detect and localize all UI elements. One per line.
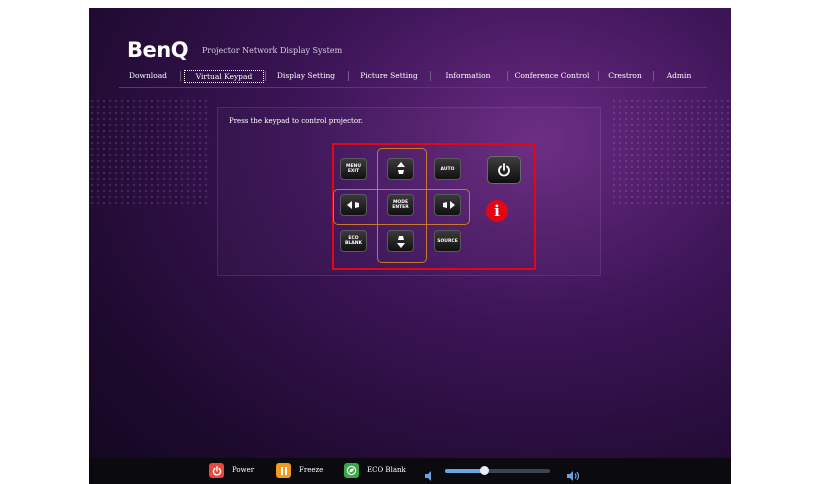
down-keystone-key[interactable] <box>387 230 414 252</box>
volume-down-icon[interactable] <box>425 466 435 484</box>
app-title: Projector Network Display System <box>202 46 343 55</box>
power-button[interactable] <box>209 463 224 478</box>
keypad-prompt: Press the keypad to control projector. <box>229 117 363 125</box>
tab-crestron[interactable]: Crestron <box>600 70 650 82</box>
freeze-button[interactable] <box>276 463 291 478</box>
nav-separator <box>265 71 266 81</box>
tab-conference-control[interactable]: Conference Control <box>509 70 595 82</box>
decorative-dots-right <box>611 98 731 208</box>
tab-display-setting[interactable]: Display Setting <box>267 70 345 82</box>
eco-blank-button[interactable] <box>344 463 359 478</box>
auto-key[interactable]: AUTO <box>434 158 461 180</box>
nav-separator <box>507 71 508 81</box>
nav-separator <box>430 71 431 81</box>
power-icon <box>212 465 221 476</box>
info-callout-badge: i <box>486 200 508 222</box>
right-keystone-icon <box>442 201 455 209</box>
tab-download[interactable]: Download <box>119 70 177 82</box>
exit-key-label: EXIT <box>347 169 360 174</box>
decorative-dots-left <box>89 98 209 208</box>
volume-slider[interactable] <box>445 466 550 475</box>
power-icon <box>498 163 510 177</box>
eco-blank-label: ECO Blank <box>367 466 406 474</box>
app-window: BenQ Projector Network Display System Do… <box>89 8 731 484</box>
benq-logo: BenQ <box>127 38 189 62</box>
tab-information[interactable]: Information <box>432 70 504 82</box>
nav-separator <box>598 71 599 81</box>
eco-blank-key[interactable]: ECO BLANK <box>340 230 367 252</box>
nav-separator <box>180 71 181 81</box>
power-key[interactable] <box>487 156 521 184</box>
nav-separator <box>653 71 654 81</box>
left-keystone-icon <box>346 201 359 209</box>
left-keystone-key[interactable] <box>340 194 367 216</box>
main-nav: Download Virtual Keypad Display Setting … <box>119 70 707 84</box>
tab-picture-setting[interactable]: Picture Setting <box>351 70 427 82</box>
volume-up-icon[interactable] <box>567 466 581 484</box>
right-keystone-key[interactable] <box>434 194 461 216</box>
up-keystone-key[interactable] <box>387 158 414 180</box>
enter-key-label: ENTER <box>392 205 409 210</box>
down-keystone-icon <box>396 236 405 248</box>
nav-separator <box>348 71 349 81</box>
bottom-toolbar: Power Freeze ECO Blank <box>89 458 731 484</box>
up-keystone-icon <box>396 162 405 174</box>
source-key[interactable]: SOURCE <box>434 230 461 252</box>
volume-slider-knob[interactable] <box>479 466 489 475</box>
pause-icon <box>280 466 287 475</box>
eco-leaf-icon <box>346 465 357 476</box>
tab-admin[interactable]: Admin <box>655 70 703 82</box>
freeze-label: Freeze <box>299 466 324 474</box>
tab-virtual-keypad[interactable]: Virtual Keypad <box>184 70 264 83</box>
blank-key-label: BLANK <box>344 241 363 246</box>
menu-exit-key[interactable]: MENU EXIT <box>340 158 367 180</box>
nav-divider <box>119 87 707 88</box>
volume-slider-fill <box>445 469 484 473</box>
power-label: Power <box>232 466 255 474</box>
mode-enter-key[interactable]: MODE ENTER <box>387 194 414 216</box>
